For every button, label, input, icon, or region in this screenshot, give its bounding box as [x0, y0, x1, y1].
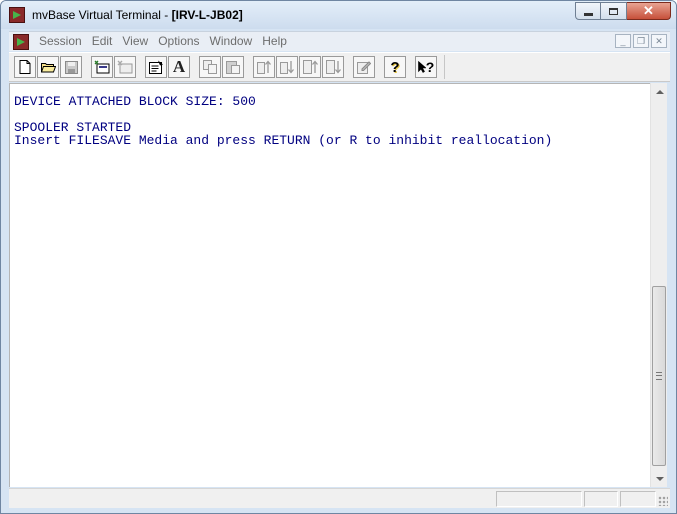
menu-options[interactable]: Options [157, 34, 206, 48]
arrow-up-icon [655, 89, 664, 94]
copy-button[interactable] [199, 56, 221, 78]
font-icon: A [172, 57, 186, 76]
receive-button[interactable] [276, 56, 298, 78]
save-disk-icon [64, 60, 78, 74]
arrow-down-icon [655, 476, 664, 481]
menu-window[interactable]: Window [209, 34, 260, 48]
copy-icon [203, 60, 217, 74]
connect-icon [94, 60, 110, 74]
paste-icon [226, 61, 240, 74]
terminal-screen[interactable]: DEVICE ATTACHED BLOCK SIZE: 500 SPOOLER … [9, 83, 650, 487]
scroll-up-button[interactable] [651, 83, 668, 100]
maximize-button[interactable] [601, 2, 627, 20]
save-button[interactable] [60, 56, 82, 78]
help-icon: ? [390, 58, 400, 76]
context-help-icon: ? [425, 59, 435, 75]
terminal-line: Insert FILESAVE Media and press RETURN (… [14, 133, 553, 148]
help-button[interactable]: ? [384, 56, 406, 78]
edit-icon [357, 61, 371, 74]
minimize-icon: _ [620, 36, 626, 46]
properties-icon [148, 60, 163, 74]
close-button[interactable]: ✕ [627, 2, 671, 20]
app-logo-icon[interactable] [9, 7, 25, 23]
properties-button[interactable] [145, 56, 167, 78]
document-system-menu-icon[interactable] [13, 34, 29, 50]
arrow-pointer-icon [417, 61, 426, 73]
menu-session[interactable]: Session [38, 34, 89, 48]
resize-grip-icon[interactable] [658, 496, 668, 506]
minimize-button[interactable] [575, 2, 601, 20]
open-folder-icon [40, 63, 56, 73]
disconnect-icon [117, 60, 133, 74]
document-restore-button[interactable]: ❐ [633, 34, 649, 48]
close-icon: ✕ [655, 35, 663, 46]
toolbar-buttons: A ? ? [12, 55, 445, 79]
connect-button[interactable] [91, 56, 113, 78]
status-pane [620, 491, 656, 507]
app-title: mvBase Virtual Terminal - [32, 8, 172, 22]
new-button[interactable] [14, 56, 36, 78]
title-bar[interactable]: mvBase Virtual Terminal - [IRV-L-JB02] ✕ [1, 1, 676, 29]
close-icon: ✕ [643, 3, 654, 18]
document-close-button[interactable]: ✕ [651, 34, 667, 48]
maximize-icon [609, 7, 618, 15]
toolbar: A ? ? [9, 52, 670, 82]
menu-edit[interactable]: Edit [91, 34, 120, 48]
send-file-icon [256, 60, 271, 74]
app-window: mvBase Virtual Terminal - [IRV-L-JB02] ✕… [0, 0, 677, 514]
status-pane [496, 491, 582, 507]
receive-file-icon [279, 61, 294, 74]
session-title: [IRV-L-JB02] [171, 8, 243, 22]
send-button[interactable] [253, 56, 275, 78]
open-button[interactable] [37, 56, 59, 78]
caption-buttons: ✕ [575, 2, 671, 20]
restore-icon: ❐ [636, 35, 646, 46]
window-title: mvBase Virtual Terminal - [IRV-L-JB02] [32, 8, 243, 22]
menu-help[interactable]: Help [261, 34, 294, 48]
new-document-icon [19, 60, 31, 74]
download-icon [325, 60, 341, 74]
scrollbar-thumb[interactable] [652, 286, 666, 466]
menu-view[interactable]: View [121, 34, 155, 48]
disconnect-button[interactable] [114, 56, 136, 78]
context-help-button[interactable]: ? [415, 56, 437, 78]
status-pane [584, 491, 618, 507]
font-button[interactable]: A [168, 56, 190, 78]
edit-button[interactable] [353, 56, 375, 78]
document-caption-buttons: _ ❐ ✕ [615, 34, 667, 48]
upload-button[interactable] [299, 56, 321, 78]
menu-items: Session Edit View Options Window Help [38, 34, 296, 48]
upload-icon [302, 60, 318, 74]
paste-button[interactable] [222, 56, 244, 78]
scroll-down-button[interactable] [651, 470, 668, 487]
status-bar [9, 488, 670, 508]
terminal-line: DEVICE ATTACHED BLOCK SIZE: 500 [14, 94, 256, 109]
minimize-icon [583, 12, 593, 16]
grip-icon [656, 372, 662, 380]
vertical-scrollbar[interactable] [650, 83, 667, 487]
download-button[interactable] [322, 56, 344, 78]
document-minimize-button[interactable]: _ [615, 34, 631, 48]
menu-bar: Session Edit View Options Window Help _ … [9, 31, 670, 51]
